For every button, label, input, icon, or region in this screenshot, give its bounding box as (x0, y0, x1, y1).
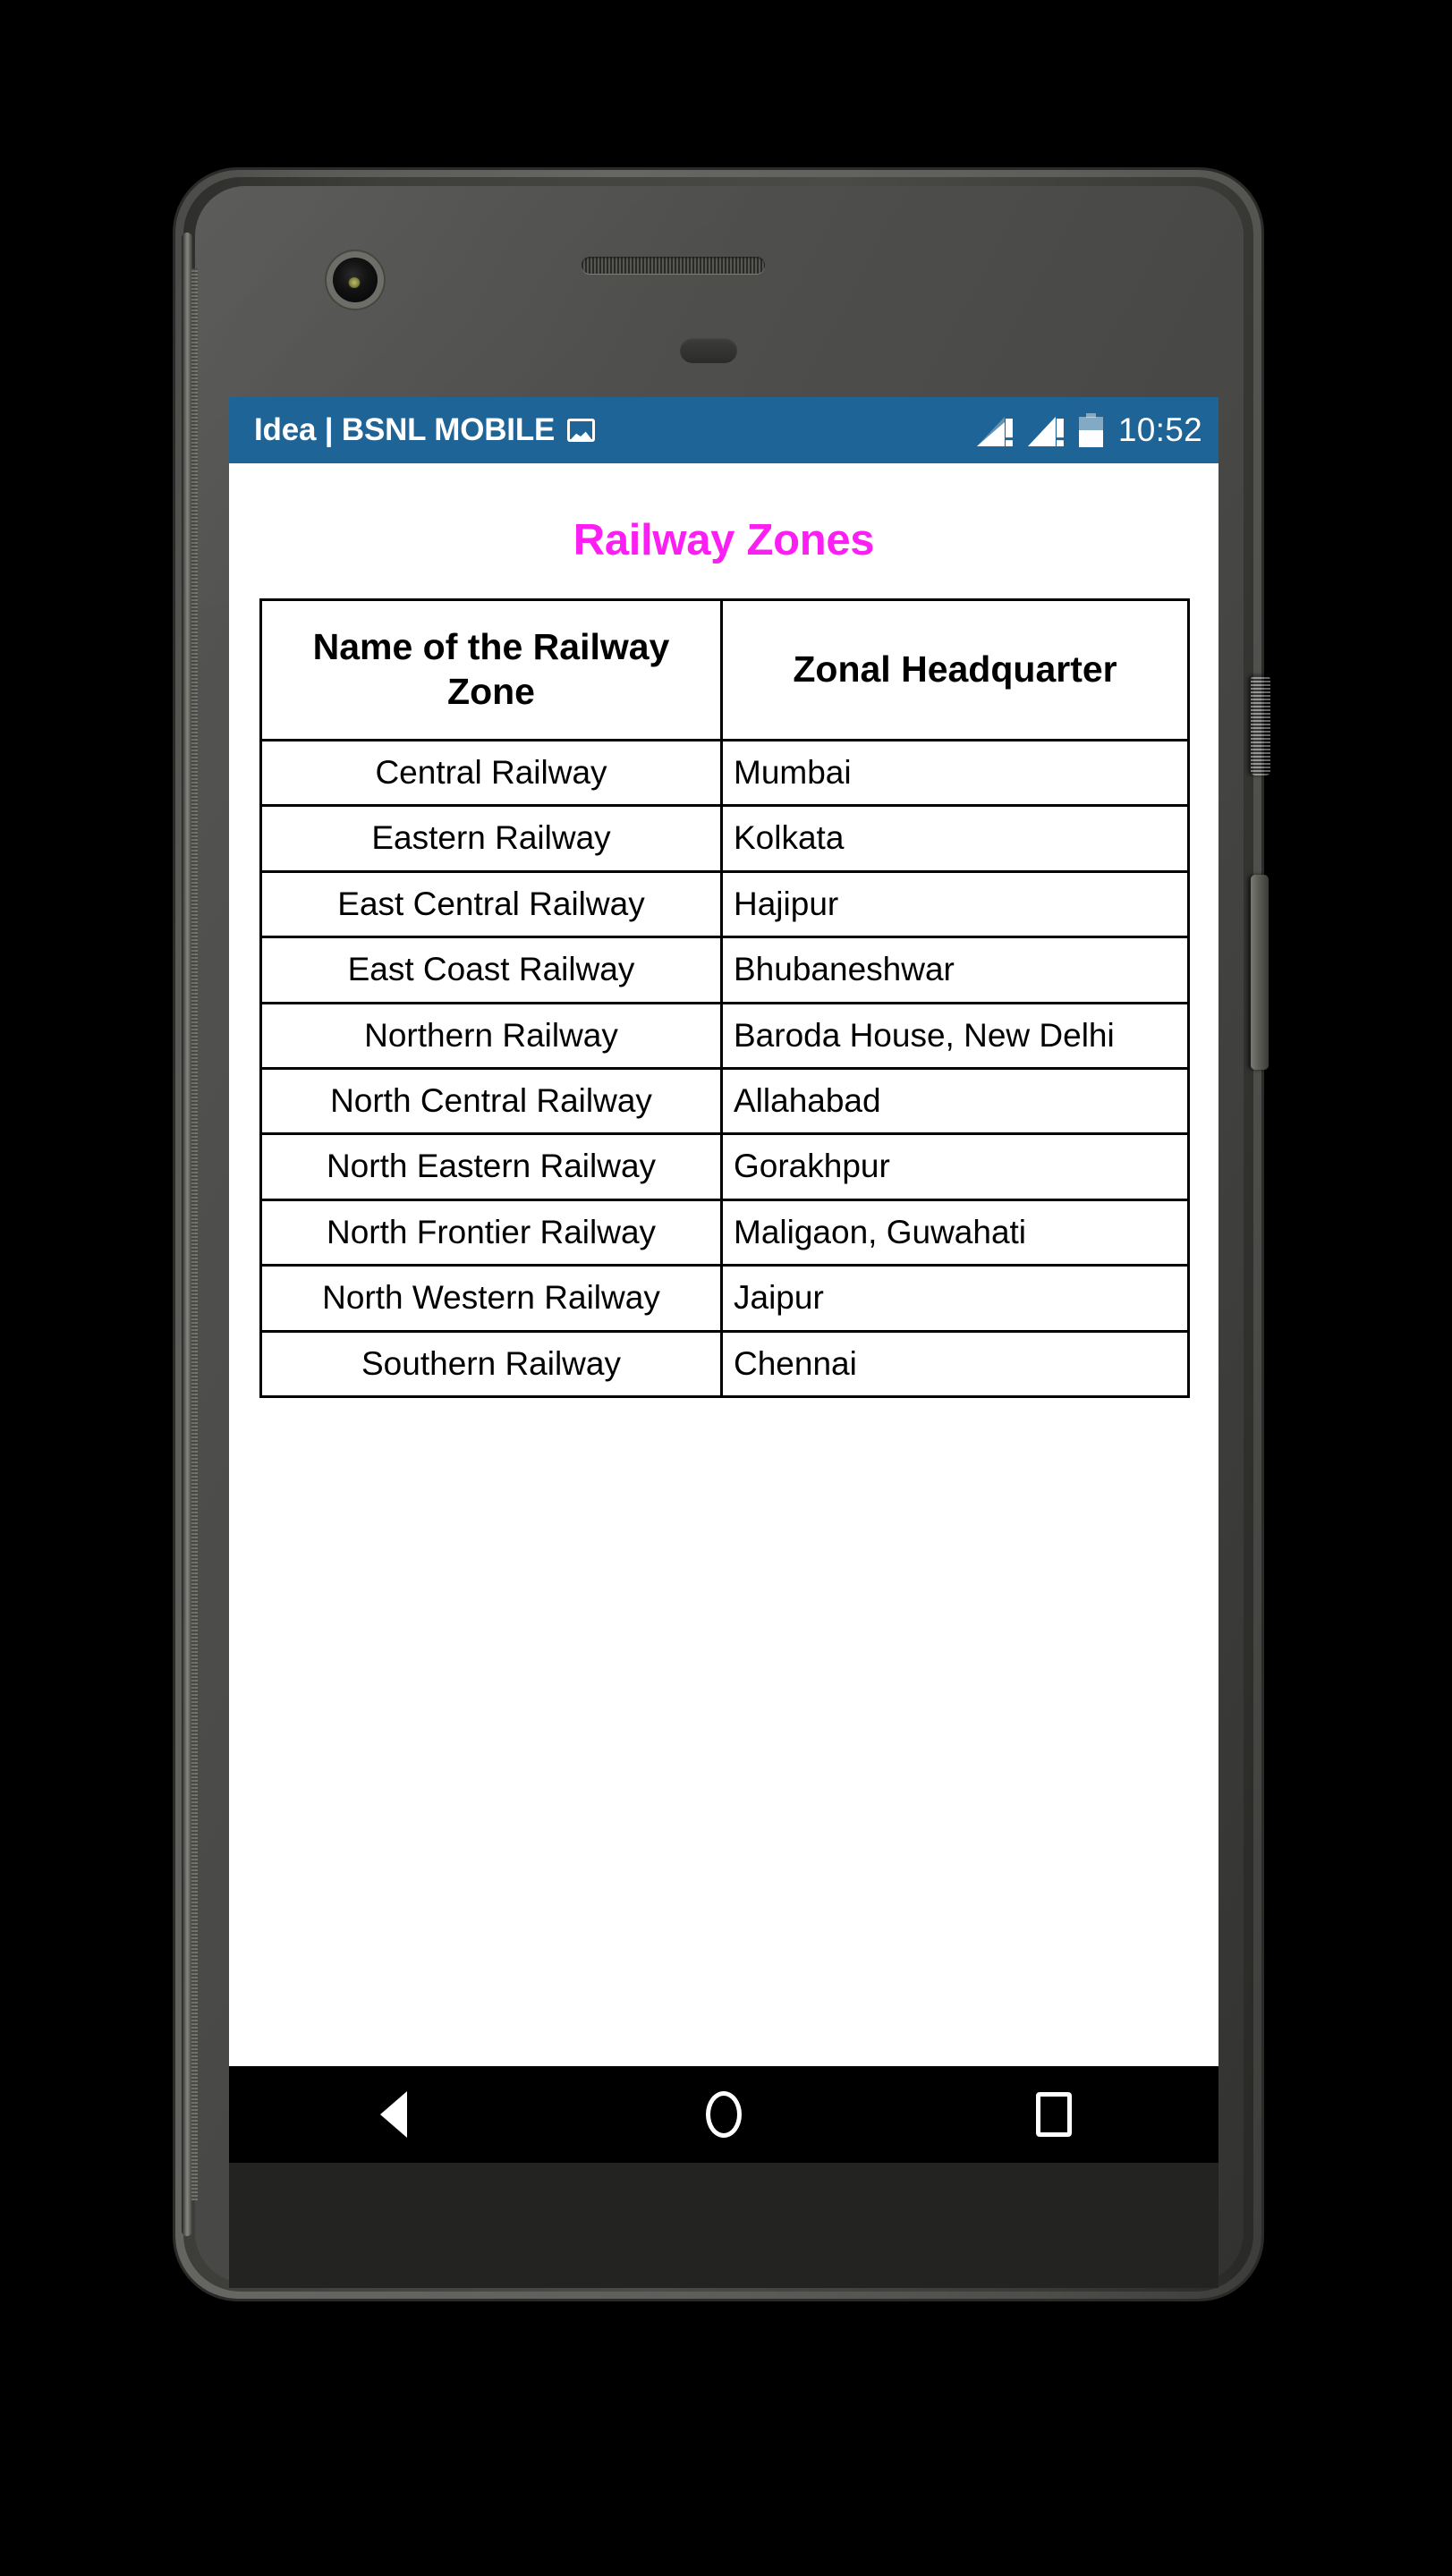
table-row[interactable]: Central Railway Mumbai (259, 739, 1190, 808)
cell-zone: Southern Railway (259, 1329, 723, 1398)
status-bar-right-group: 10:52 (976, 411, 1202, 449)
back-triangle-icon (361, 2091, 408, 2138)
table-row[interactable]: Eastern Railway Kolkata (259, 804, 1190, 873)
table-scroll-clip (229, 1622, 1218, 1854)
signal-alert-icon-1 (976, 414, 1013, 446)
phone-left-edge-texture (191, 268, 198, 2200)
cell-headquarter: Gorakhpur (720, 1132, 1190, 1201)
image-icon (567, 419, 596, 442)
recents-square-icon (1035, 2092, 1072, 2137)
status-bar-clock: 10:52 (1117, 411, 1202, 448)
column-header-zone: Name of the Railway Zone (259, 597, 723, 742)
cell-headquarter: Baroda House, New Delhi (720, 1001, 1190, 1070)
cell-zone: East Coast Railway (259, 936, 723, 1004)
table-body: Central Railway Mumbai Eastern Railway K… (259, 739, 1190, 1398)
volume-button[interactable] (1251, 875, 1269, 1070)
phone-screen: Idea | BSNL MOBILE 10:52 Railway Zones N… (229, 397, 1218, 2064)
cell-zone: Central Railway (259, 739, 723, 808)
cell-headquarter: Allahabad (720, 1066, 1190, 1136)
phone-bottom-chin (229, 2163, 1218, 2288)
cell-headquarter: Jaipur (720, 1264, 1190, 1333)
table-row[interactable]: North Central Railway Allahabad (259, 1066, 1190, 1136)
nav-back-button[interactable] (340, 2065, 447, 2164)
railway-zones-table: Name of the Railway Zone Zonal Headquart… (259, 597, 1190, 1398)
table-header-row: Name of the Railway Zone Zonal Headquart… (259, 597, 1190, 742)
table-row[interactable]: Northern Railway Baroda House, New Delhi (259, 1001, 1190, 1070)
signal-alert-icon-2 (1027, 414, 1064, 446)
cell-headquarter: Hajipur (720, 869, 1190, 939)
cell-zone: North Frontier Railway (259, 1198, 723, 1267)
status-bar: Idea | BSNL MOBILE 10:52 (229, 397, 1218, 463)
table-row[interactable]: North Western Railway Jaipur (259, 1264, 1190, 1333)
nav-home-button[interactable] (670, 2065, 777, 2164)
page-title: Railway Zones (573, 516, 875, 564)
cell-headquarter: Bhubaneshwar (720, 936, 1190, 1004)
battery-half-icon (1078, 413, 1103, 447)
table-row[interactable]: East Central Railway Hajipur (259, 869, 1190, 939)
earpiece-speaker (582, 257, 765, 274)
cell-zone: Eastern Railway (259, 804, 723, 873)
cell-headquarter: Kolkata (720, 804, 1190, 873)
power-button[interactable] (1251, 675, 1270, 775)
cell-zone: North Western Railway (259, 1264, 723, 1333)
column-header-headquarter: Zonal Headquarter (720, 597, 1190, 742)
cell-zone: East Central Railway (259, 869, 723, 939)
cell-headquarter: Maligaon, Guwahati (720, 1198, 1190, 1267)
table-row[interactable]: North Frontier Railway Maligaon, Guwahat… (259, 1198, 1190, 1267)
proximity-sensor (680, 338, 737, 363)
cell-zone: North Eastern Railway (259, 1132, 723, 1201)
home-circle-icon (705, 2091, 742, 2138)
table-row-clipped[interactable]: Southern Railway Chennai (259, 1329, 1190, 1398)
android-navigation-bar (229, 2064, 1218, 2163)
cell-headquarter: Mumbai (720, 739, 1190, 808)
carrier-label: Idea | BSNL MOBILE (254, 412, 556, 447)
table-row[interactable]: East Coast Railway Bhubaneshwar (259, 936, 1190, 1004)
nav-recents-button[interactable] (1000, 2065, 1108, 2164)
app-content: Railway Zones Name of the Railway Zone Z… (229, 463, 1218, 2064)
cell-headquarter: Chennai (720, 1329, 1190, 1398)
front-camera (333, 258, 378, 302)
cell-zone: North Central Railway (259, 1066, 723, 1136)
cell-zone: Northern Railway (259, 1001, 723, 1070)
table-row[interactable]: North Eastern Railway Gorakhpur (259, 1132, 1190, 1201)
